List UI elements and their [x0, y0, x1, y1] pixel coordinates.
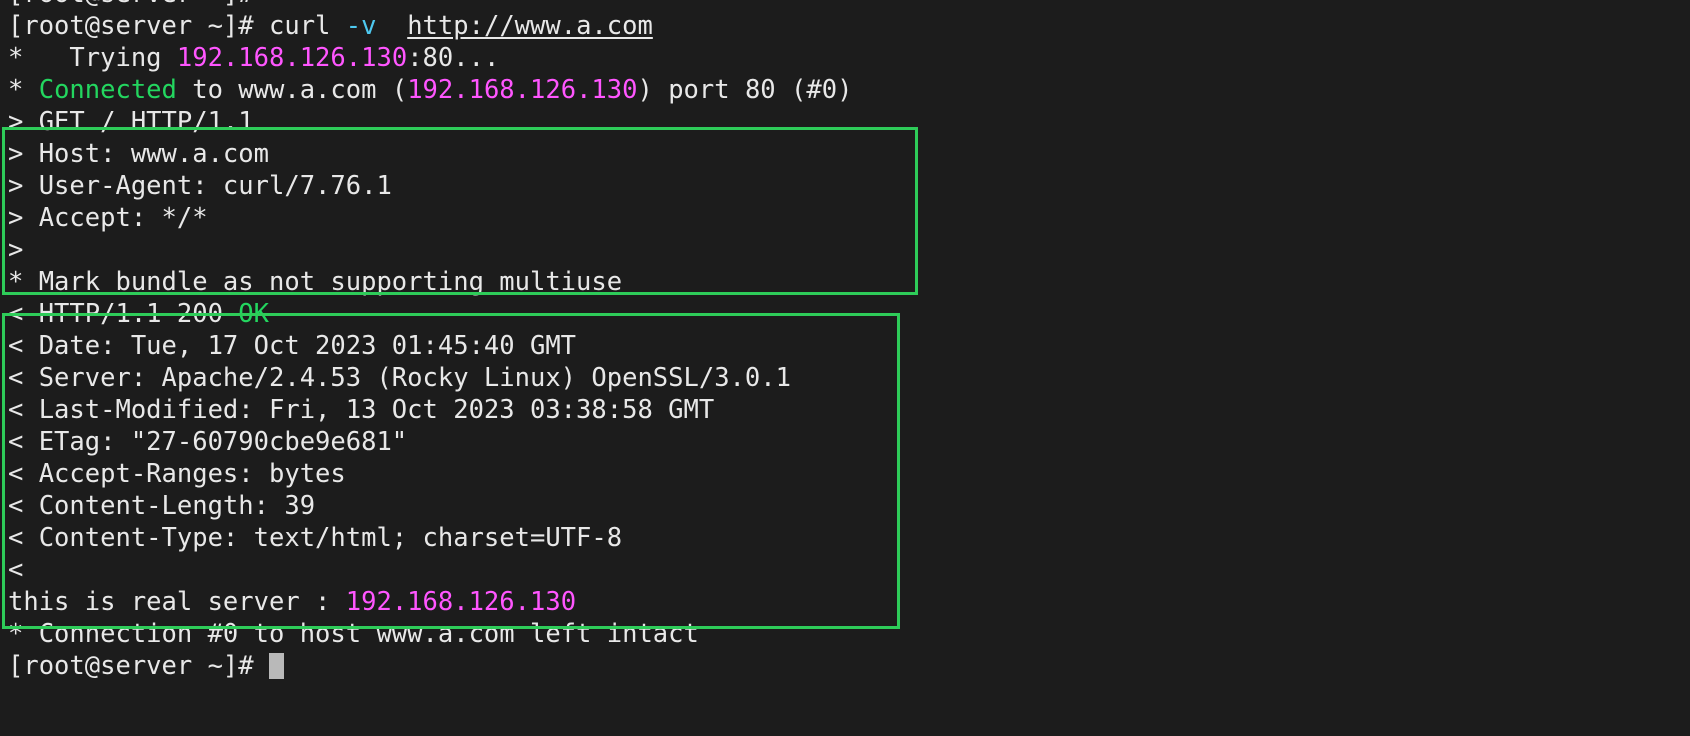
response-header-text: < Content-Type: text/html; charset=UTF-8 — [8, 523, 623, 553]
request-line-blank: > — [0, 234, 1690, 266]
request-line-user-agent: > User-Agent: curl/7.76.1 — [0, 170, 1690, 202]
connected-port-suffix: ) port 80 (#0) — [637, 75, 853, 105]
text-cursor — [269, 653, 284, 679]
command-url: http://www.a.com — [407, 11, 653, 41]
command-flag-verbose: -v — [345, 11, 377, 41]
scrollback-prompt-text: [root@server ~]# — [8, 0, 254, 9]
response-header-text: < Accept-Ranges: bytes — [8, 459, 346, 489]
connected-keyword: Connected — [38, 75, 177, 105]
trying-prefix: * Trying — [8, 43, 177, 73]
response-header-text: < Last-Modified: Fri, 13 Oct 2023 03:38:… — [8, 395, 715, 425]
response-body-ip-address: 192.168.126.130 — [345, 587, 577, 617]
request-line-get: > GET / HTTP/1.1 — [0, 106, 1690, 138]
status-ok-text: OK — [238, 299, 270, 329]
response-body-text: this is real server : — [8, 587, 346, 617]
request-line-host: > Host: www.a.com — [0, 138, 1690, 170]
response-header-content-type: < Content-Type: text/html; charset=UTF-8 — [0, 522, 1690, 554]
response-header-server: < Server: Apache/2.4.53 (Rocky Linux) Op… — [0, 362, 1690, 394]
response-body-line: this is real server : 192.168.126.130 — [0, 586, 1690, 618]
response-header-text: < Content-Length: 39 — [8, 491, 316, 521]
response-header-accept-ranges: < Accept-Ranges: bytes — [0, 458, 1690, 490]
trying-port-suffix: :80... — [407, 43, 500, 73]
request-line-accept: > Accept: */* — [0, 202, 1690, 234]
command-gap — [376, 11, 407, 41]
mark-bundle-line: * Mark bundle as not supporting multiuse — [0, 266, 1690, 298]
connected-ip-address: 192.168.126.130 — [407, 75, 638, 105]
terminal-window[interactable]: [root@server ~]# [root@server ~]# curl -… — [0, 0, 1690, 736]
response-header-text: < ETag: "27-60790cbe9e681" — [8, 427, 408, 457]
shell-prompt: [root@server ~]# — [8, 651, 269, 681]
connection-intact-text: * Connection #0 to host www.a.com left i… — [8, 619, 699, 649]
response-header-blank: < — [0, 554, 1690, 586]
request-line-text: > User-Agent: curl/7.76.1 — [8, 171, 392, 201]
response-header-content-length: < Content-Length: 39 — [0, 490, 1690, 522]
shell-prompt: [root@server ~]# — [8, 11, 269, 41]
final-prompt-line[interactable]: [root@server ~]# — [0, 650, 1690, 682]
mark-bundle-text: * Mark bundle as not supporting multiuse — [8, 267, 623, 297]
response-header-text: < Date: Tue, 17 Oct 2023 01:45:40 GMT — [8, 331, 577, 361]
response-header-date: < Date: Tue, 17 Oct 2023 01:45:40 GMT — [0, 330, 1690, 362]
response-header-text: < — [8, 555, 24, 585]
connection-intact-line: * Connection #0 to host www.a.com left i… — [0, 618, 1690, 650]
response-header-etag: < ETag: "27-60790cbe9e681" — [0, 426, 1690, 458]
status-prefix: < HTTP/1.1 200 — [8, 299, 239, 329]
response-status-line: < HTTP/1.1 200 OK — [0, 298, 1690, 330]
response-header-text: < Server: Apache/2.4.53 (Rocky Linux) Op… — [8, 363, 791, 393]
request-line-text: > GET / HTTP/1.1 — [8, 107, 254, 137]
response-header-last-modified: < Last-Modified: Fri, 13 Oct 2023 03:38:… — [0, 394, 1690, 426]
scrollback-prompt-line: [root@server ~]# — [0, 0, 1690, 10]
request-line-text: > Accept: */* — [8, 203, 208, 233]
request-line-text: > Host: www.a.com — [8, 139, 269, 169]
command-line: [root@server ~]# curl -v http://www.a.co… — [0, 10, 1690, 42]
trying-ip-address: 192.168.126.130 — [176, 43, 408, 73]
connected-host: to www.a.com ( — [176, 75, 408, 105]
request-line-text: > — [8, 235, 24, 265]
connected-star: * — [8, 75, 39, 105]
terminal-output: [root@server ~]# [root@server ~]# curl -… — [0, 0, 1690, 682]
connected-line: * Connected to www.a.com (192.168.126.13… — [0, 74, 1690, 106]
trying-line: * Trying 192.168.126.130:80... — [0, 42, 1690, 74]
command-program: curl — [269, 11, 346, 41]
